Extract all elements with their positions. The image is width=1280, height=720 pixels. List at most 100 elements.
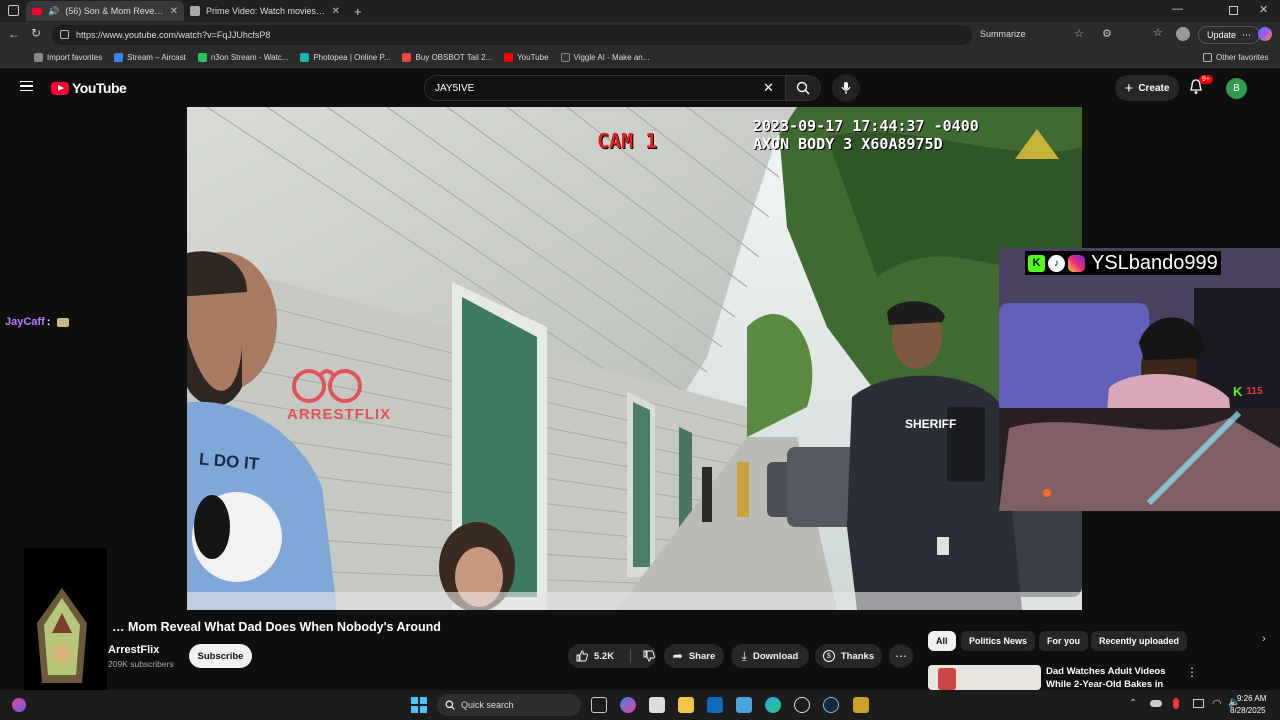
start-button[interactable] — [411, 697, 427, 713]
more-actions-button[interactable]: ⋯ — [889, 644, 913, 668]
tab-prime-video[interactable]: Prime Video: Watch movies, TV shows ✕ — [184, 1, 346, 21]
bookmark-photopea[interactable]: Photopea | Online P... — [300, 53, 390, 62]
viggle-icon — [560, 53, 570, 62]
update-button[interactable]: Update ⋯ — [1198, 26, 1261, 44]
steam-icon[interactable] — [823, 697, 839, 713]
close-tab-icon[interactable]: ✕ — [170, 6, 178, 17]
bookmark-import-favorites[interactable]: Import favorites — [34, 53, 102, 62]
kick-icon — [197, 53, 207, 62]
subscribe-button[interactable]: Subscribe — [189, 644, 252, 668]
download-icon: ⤓ — [741, 648, 747, 663]
video-frame — [187, 107, 1082, 610]
refresh-icon[interactable]: ↻ — [31, 26, 41, 40]
site-info-icon[interactable] — [60, 30, 69, 39]
bookmark-label: Buy OBSBOT Tail 2... — [415, 53, 493, 62]
photos-icon[interactable] — [736, 697, 752, 713]
bookmark-obsbot[interactable]: Buy OBSBOT Tail 2... — [402, 53, 492, 62]
outlook-icon[interactable] — [707, 697, 723, 713]
thanks-button[interactable]: $ Thanks — [815, 644, 882, 668]
copilot-icon[interactable] — [620, 697, 636, 713]
windows-taskbar: Quick search ⌃ ◠ 🔈 9:26 AM 8/28/2025 — [0, 690, 1280, 720]
chat-separator: : — [46, 316, 51, 328]
prime-favicon-icon — [190, 6, 200, 16]
search-input[interactable]: JAY5IVE ✕ — [424, 75, 786, 101]
overlay-username: YSLbando999 — [1091, 251, 1218, 274]
divider — [630, 649, 632, 663]
url-field[interactable]: https://www.youtube.com/watch?v=FqJJUhcf… — [52, 25, 1084, 45]
extensions-icon[interactable]: ⚙ — [1102, 27, 1112, 40]
summarize-button[interactable]: Summarize — [980, 29, 1026, 39]
minimize-button[interactable]: — — [1172, 3, 1183, 15]
bookmark-viggle[interactable]: Viggle AI - Make an... — [560, 53, 650, 62]
chip-politics-news[interactable]: Politics News — [961, 631, 1036, 651]
profile-avatar[interactable] — [1176, 27, 1190, 41]
chips-next-icon[interactable]: › — [1262, 633, 1266, 645]
video-player[interactable]: CAM 1 2023-09-17 17:44:37 -0400 AXON BOD… — [187, 107, 1082, 610]
taskbar-search-placeholder: Quick search — [461, 700, 514, 710]
display-icon[interactable] — [1193, 699, 1204, 708]
other-favorites[interactable]: Other favorites — [1203, 53, 1268, 62]
close-window-button[interactable]: ✕ — [1259, 3, 1268, 16]
browser-tab-bar: 🔊 (56) Son & Mom Reveal What Dad Does Wh… — [0, 0, 1280, 22]
timestamp-text: 2023-09-17 17:44:37 -0400 — [753, 117, 979, 135]
tab-youtube[interactable]: 🔊 (56) Son & Mom Reveal What Dad Does Wh… — [26, 1, 184, 21]
maximize-button[interactable] — [1229, 6, 1238, 15]
chip-all[interactable]: All — [928, 631, 956, 651]
youtube-favicon-icon — [32, 7, 42, 15]
hamburger-menu-icon[interactable] — [20, 81, 33, 91]
task-view-icon[interactable] — [591, 697, 607, 713]
clock-date[interactable]: 8/28/2025 — [1230, 706, 1266, 715]
recommended-video[interactable]: Dad Watches Adult Videos While 2-Year-Ol… — [928, 665, 1268, 690]
download-button[interactable]: ⤓ Download — [731, 644, 809, 668]
back-icon[interactable]: ← — [8, 27, 20, 41]
bookmark-label: Viggle AI - Make an... — [573, 53, 650, 62]
chip-recently-uploaded[interactable]: Recently uploaded — [1091, 631, 1188, 651]
bookmark-n3on[interactable]: n3on Stream - Watc... — [197, 53, 288, 62]
like-button[interactable]: 5.2K — [576, 650, 614, 662]
chatgpt-icon[interactable] — [794, 697, 810, 713]
share-button[interactable]: ➦ Share — [664, 644, 724, 668]
youtube-header: YouTube JAY5IVE ✕ + Create 9+ B — [0, 70, 1280, 106]
tray-overflow-icon[interactable]: ⌃ — [1129, 698, 1137, 709]
recommended-menu-icon[interactable]: ⋮ — [1186, 665, 1198, 679]
watch-metadata: … Mom Reveal What Dad Does When Nobody's… — [0, 610, 1280, 690]
collections-icon[interactable]: ☆ — [1153, 26, 1163, 39]
subscriber-count: 209K subscribers — [108, 659, 174, 669]
microphone-icon[interactable] — [1173, 698, 1179, 709]
search-button[interactable] — [785, 75, 821, 101]
copilot-icon[interactable] — [1258, 27, 1272, 41]
widgets-icon[interactable] — [12, 698, 26, 712]
file-explorer-icon[interactable] — [678, 697, 694, 713]
channel-name[interactable]: ArrestFlix — [108, 644, 159, 656]
bookmarks-bar: Import favorites Stream – Aircast n3on S… — [0, 48, 1280, 68]
wifi-icon[interactable]: ◠ — [1212, 697, 1222, 710]
speaker-icon[interactable]: 🔊 — [48, 6, 59, 17]
favorites-star-icon[interactable]: ☆ — [1074, 27, 1084, 40]
download-label: Download — [752, 650, 799, 662]
tab-actions-icon[interactable] — [8, 5, 19, 16]
close-tab-icon[interactable]: ✕ — [332, 6, 340, 17]
search-icon — [796, 81, 810, 95]
clear-search-icon[interactable]: ✕ — [763, 80, 774, 96]
thumbs-down-icon[interactable] — [643, 650, 655, 662]
create-button[interactable]: + Create — [1115, 75, 1179, 101]
youtube-play-icon — [51, 81, 69, 95]
bookmark-label: YouTube — [517, 53, 549, 62]
chip-for-you[interactable]: For you — [1039, 631, 1088, 651]
app-icon[interactable] — [853, 697, 869, 713]
onedrive-icon[interactable] — [1150, 700, 1162, 707]
photopea-icon — [300, 53, 310, 62]
new-tab-button[interactable]: + — [354, 4, 362, 19]
bookmark-label: Photopea | Online P... — [313, 53, 391, 62]
microphone-icon — [841, 82, 851, 94]
account-avatar[interactable]: B — [1226, 78, 1247, 99]
search-value: JAY5IVE — [435, 82, 475, 94]
store-icon[interactable] — [649, 697, 665, 713]
bookmark-youtube[interactable]: YouTube — [504, 53, 549, 62]
clock-time[interactable]: 9:26 AM — [1237, 694, 1266, 703]
youtube-logo[interactable]: YouTube — [51, 80, 127, 96]
taskbar-search[interactable]: Quick search — [437, 694, 581, 716]
voice-search-button[interactable] — [832, 74, 860, 102]
bookmark-aircast[interactable]: Stream – Aircast — [114, 53, 186, 62]
edge-icon[interactable] — [765, 697, 781, 713]
